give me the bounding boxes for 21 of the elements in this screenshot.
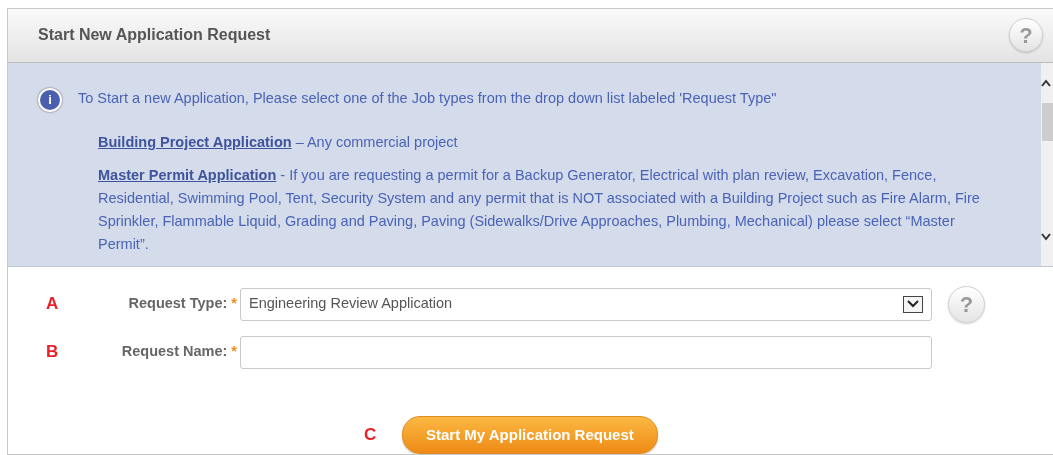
help-button[interactable]: ? <box>948 285 985 323</box>
help-button[interactable]: ? <box>1009 18 1043 53</box>
request-name-field[interactable] <box>240 335 932 369</box>
annotation-marker: A <box>46 293 60 316</box>
scrollbar-thumb[interactable] <box>1042 102 1053 141</box>
annotation-marker: B <box>46 341 60 364</box>
scroll-down-icon[interactable] <box>1041 232 1051 241</box>
dropdown-icon[interactable] <box>903 295 923 313</box>
job-type-link[interactable]: Building Project Application <box>98 133 292 150</box>
info-text: To Start a new Application, Please select one of the Job types from the drop down list labeled 'Request Type" <box>78 88 778 108</box>
annotation-marker: C <box>364 424 378 446</box>
panel-title: Start New Application Request <box>38 25 271 46</box>
job-type-description: Building Project Application – Any commercial project <box>98 132 459 152</box>
job-type-link[interactable]: Master Permit Application <box>98 166 277 183</box>
scroll-up-icon[interactable] <box>1041 78 1051 87</box>
field-label: Request Type: * <box>128 294 237 314</box>
scrollbar[interactable] <box>1041 62 1053 266</box>
request-type-select[interactable]: Engineering Review Application <box>240 287 932 321</box>
field-label: Request Name: * <box>121 342 237 362</box>
job-type-description: Master Permit Application - If you are requesting a permit for a Backup Generator, Electrical with plan review, Excavation, Fence, Residential, Swimming Pool, Tent, Security System and any permit that is NOT associated with a Building Project such as Fire Alarm, Fire Sprinkler, Flammable Liquid, Grading and Paving, Paving (Sidewalks/Drive Approaches, Plumbing, Mechanical) please select “Master Permit”. <box>98 165 981 254</box>
info-icon: i <box>38 87 62 112</box>
